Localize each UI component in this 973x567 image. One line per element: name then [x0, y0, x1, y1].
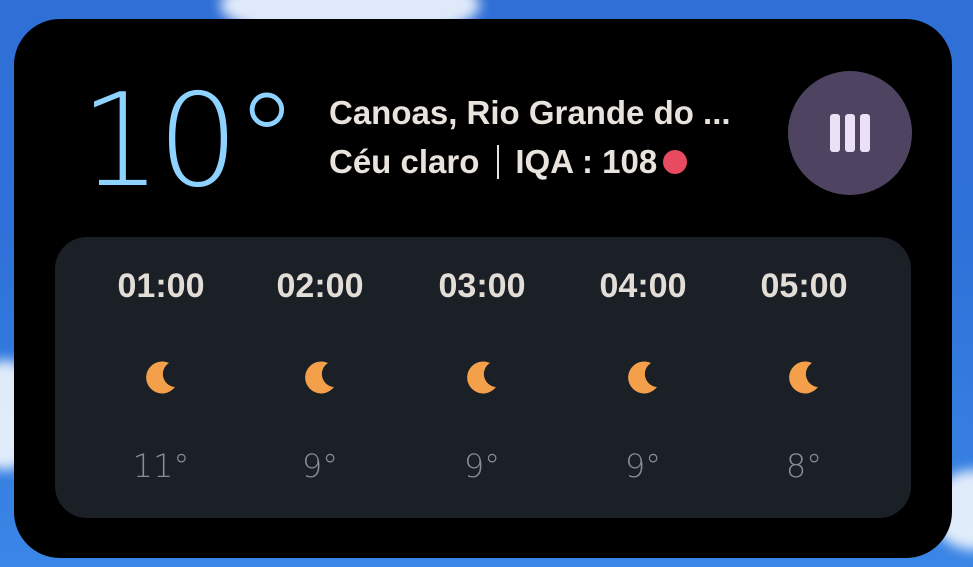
forecast-item: 02:00 9° [250, 237, 390, 518]
weather-widget[interactable]: 10° Canoas, Rio Grande do ... Céu claro … [14, 19, 952, 558]
crescent-moon-icon [305, 361, 334, 394]
forecast-temperature: 8° [785, 447, 823, 485]
crescent-moon-icon [146, 361, 175, 394]
current-temperature: 10° [80, 67, 299, 216]
forecast-item: 04:00 9° [573, 237, 713, 518]
forecast-item: 05:00 8° [734, 237, 874, 518]
forecast-temperature: 9° [463, 447, 501, 485]
forecast-hour: 01:00 [117, 267, 205, 305]
forecast-hour: 03:00 [438, 267, 526, 305]
condition-row: Céu claro IQA : 108 [329, 143, 688, 181]
forecast-hour: 05:00 [760, 267, 848, 305]
hourly-forecast-panel: 01:00 11° 02:00 9° 03:00 9° 04:00 9° 05:… [55, 237, 911, 518]
crescent-moon-icon [467, 361, 496, 394]
crescent-moon-icon [789, 361, 818, 394]
aqi-status-dot [663, 150, 688, 174]
crescent-moon-icon [628, 361, 657, 394]
location-name: Canoas, Rio Grande do ... [329, 94, 731, 131]
forecast-item: 01:00 11° [91, 237, 231, 518]
menu-bars-icon [830, 114, 870, 152]
forecast-hour: 02:00 [276, 267, 364, 305]
condition-text: Céu claro [329, 143, 480, 180]
menu-button[interactable] [788, 71, 912, 195]
forecast-hour: 04:00 [599, 267, 687, 305]
separator [497, 145, 500, 179]
aqi-label: IQA : 108 [515, 143, 658, 180]
forecast-temperature: 9° [624, 447, 662, 485]
forecast-temperature: 11° [132, 447, 190, 485]
forecast-item: 03:00 9° [412, 237, 552, 518]
forecast-temperature: 9° [301, 447, 339, 485]
